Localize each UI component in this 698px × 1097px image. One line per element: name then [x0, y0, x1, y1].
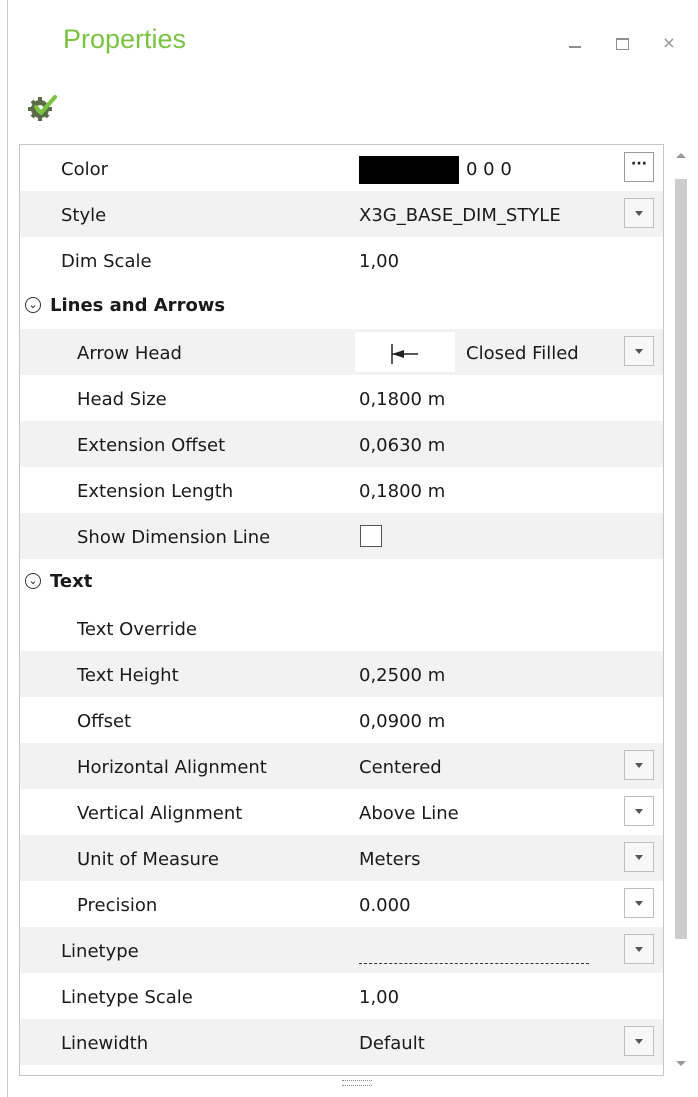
maximize-button[interactable]: [613, 34, 631, 52]
property-label: Color: [61, 159, 108, 180]
property-value: 0,0630 m: [359, 435, 446, 456]
property-row-extension-length[interactable]: Extension Length 0,1800 m: [20, 467, 663, 513]
property-label: Extension Offset: [77, 435, 226, 456]
property-row-unit-of-measure[interactable]: Unit of Measure Meters: [20, 835, 663, 881]
property-value: Closed Filled: [466, 343, 579, 364]
dropdown-chevron-icon[interactable]: [624, 1026, 654, 1056]
property-label: Linetype Scale: [61, 987, 193, 1008]
category-text[interactable]: ⌄ Text: [20, 559, 663, 605]
scroll-down-icon[interactable]: [676, 1061, 686, 1066]
property-row-linetype[interactable]: Linetype: [20, 927, 663, 973]
vertical-scrollbar[interactable]: [673, 147, 690, 1072]
property-row-precision[interactable]: Precision 0.000: [20, 881, 663, 927]
property-row-dim-scale[interactable]: Dim Scale 1,00: [20, 237, 663, 283]
scroll-up-icon[interactable]: [676, 153, 686, 158]
dropdown-chevron-icon[interactable]: [624, 336, 654, 366]
property-row-show-dimension-line[interactable]: Show Dimension Line: [20, 513, 663, 559]
category-label: Text: [50, 571, 93, 592]
property-row-text-override[interactable]: Text Override: [20, 605, 663, 651]
property-value: 0,1800 m: [359, 481, 446, 502]
property-row-head-size[interactable]: Head Size 0,1800 m: [20, 375, 663, 421]
minimize-icon: [569, 46, 581, 48]
collapse-circle-icon[interactable]: ⌄: [25, 297, 41, 313]
linetype-preview: [359, 963, 589, 964]
dropdown-chevron-icon[interactable]: [624, 198, 654, 228]
property-value: 0,1800 m: [359, 389, 446, 410]
maximize-icon: [616, 38, 629, 50]
property-row-extension-offset[interactable]: Extension Offset 0,0630 m: [20, 421, 663, 467]
property-label: Head Size: [77, 389, 167, 410]
property-value: 0,2500 m: [359, 665, 446, 686]
property-label: Linewidth: [61, 1033, 149, 1054]
property-value: 1,00: [359, 987, 400, 1008]
property-row-arrow-head[interactable]: Arrow Head Closed Filled: [20, 329, 663, 375]
property-label: Precision: [77, 895, 158, 916]
property-label: Style: [61, 205, 107, 226]
minimize-button[interactable]: [566, 34, 584, 52]
property-value: Meters: [359, 849, 421, 870]
property-value: 1,00: [359, 251, 400, 272]
property-label: Vertical Alignment: [77, 803, 243, 824]
property-label: Horizontal Alignment: [77, 757, 267, 778]
property-label: Text Override: [77, 619, 198, 640]
property-row-linetype-scale[interactable]: Linetype Scale 1,00: [20, 973, 663, 1019]
property-row-style[interactable]: Style X3G_BASE_DIM_STYLE: [20, 191, 663, 237]
property-label: Dim Scale: [61, 251, 152, 272]
collapse-circle-icon[interactable]: ⌄: [25, 573, 41, 589]
category-label: Lines and Arrows: [50, 295, 226, 316]
color-picker-button[interactable]: ···: [624, 152, 654, 182]
show-dimension-line-checkbox[interactable]: [360, 525, 382, 547]
property-label: Arrow Head: [77, 343, 182, 364]
settings-check-icon[interactable]: [27, 93, 57, 123]
close-button[interactable]: ×: [660, 34, 678, 52]
property-label: Text Height: [77, 665, 179, 686]
dropdown-chevron-icon[interactable]: [624, 796, 654, 826]
property-row-linewidth[interactable]: Linewidth Default: [20, 1019, 663, 1065]
resize-grip[interactable]: [342, 1080, 372, 1086]
arrow-head-preview: [355, 332, 455, 372]
property-row-offset[interactable]: Offset 0,0900 m: [20, 697, 663, 743]
dropdown-chevron-icon[interactable]: [624, 750, 654, 780]
arrow-head-icon: [391, 344, 418, 364]
property-value: Above Line: [359, 803, 459, 824]
category-lines-and-arrows[interactable]: ⌄ Lines and Arrows: [20, 283, 663, 329]
property-value: Centered: [359, 757, 442, 778]
property-row-text-height[interactable]: Text Height 0,2500 m: [20, 651, 663, 697]
property-row-vertical-alignment[interactable]: Vertical Alignment Above Line: [20, 789, 663, 835]
property-label: Extension Length: [77, 481, 234, 502]
property-label: Linetype: [61, 941, 139, 962]
property-label: Show Dimension Line: [77, 527, 271, 548]
dropdown-chevron-icon[interactable]: [624, 888, 654, 918]
dropdown-chevron-icon[interactable]: [624, 842, 654, 872]
scroll-thumb[interactable]: [675, 179, 687, 939]
panel-title: Properties: [63, 24, 187, 54]
color-value: 0 0 0: [466, 159, 512, 180]
property-grid: Color 0 0 0 ··· Style X3G_BASE_DIM_STYLE…: [19, 144, 664, 1076]
property-label: Unit of Measure: [77, 849, 219, 870]
property-value: 0,0900 m: [359, 711, 446, 732]
property-row-horizontal-alignment[interactable]: Horizontal Alignment Centered: [20, 743, 663, 789]
property-value: Default: [359, 1033, 425, 1054]
color-swatch: [359, 156, 459, 184]
property-value: 0.000: [359, 895, 411, 916]
dropdown-chevron-icon[interactable]: [624, 934, 654, 964]
property-value: X3G_BASE_DIM_STYLE: [359, 205, 561, 226]
property-row-color[interactable]: Color 0 0 0 ···: [20, 145, 663, 191]
property-label: Offset: [77, 711, 132, 732]
